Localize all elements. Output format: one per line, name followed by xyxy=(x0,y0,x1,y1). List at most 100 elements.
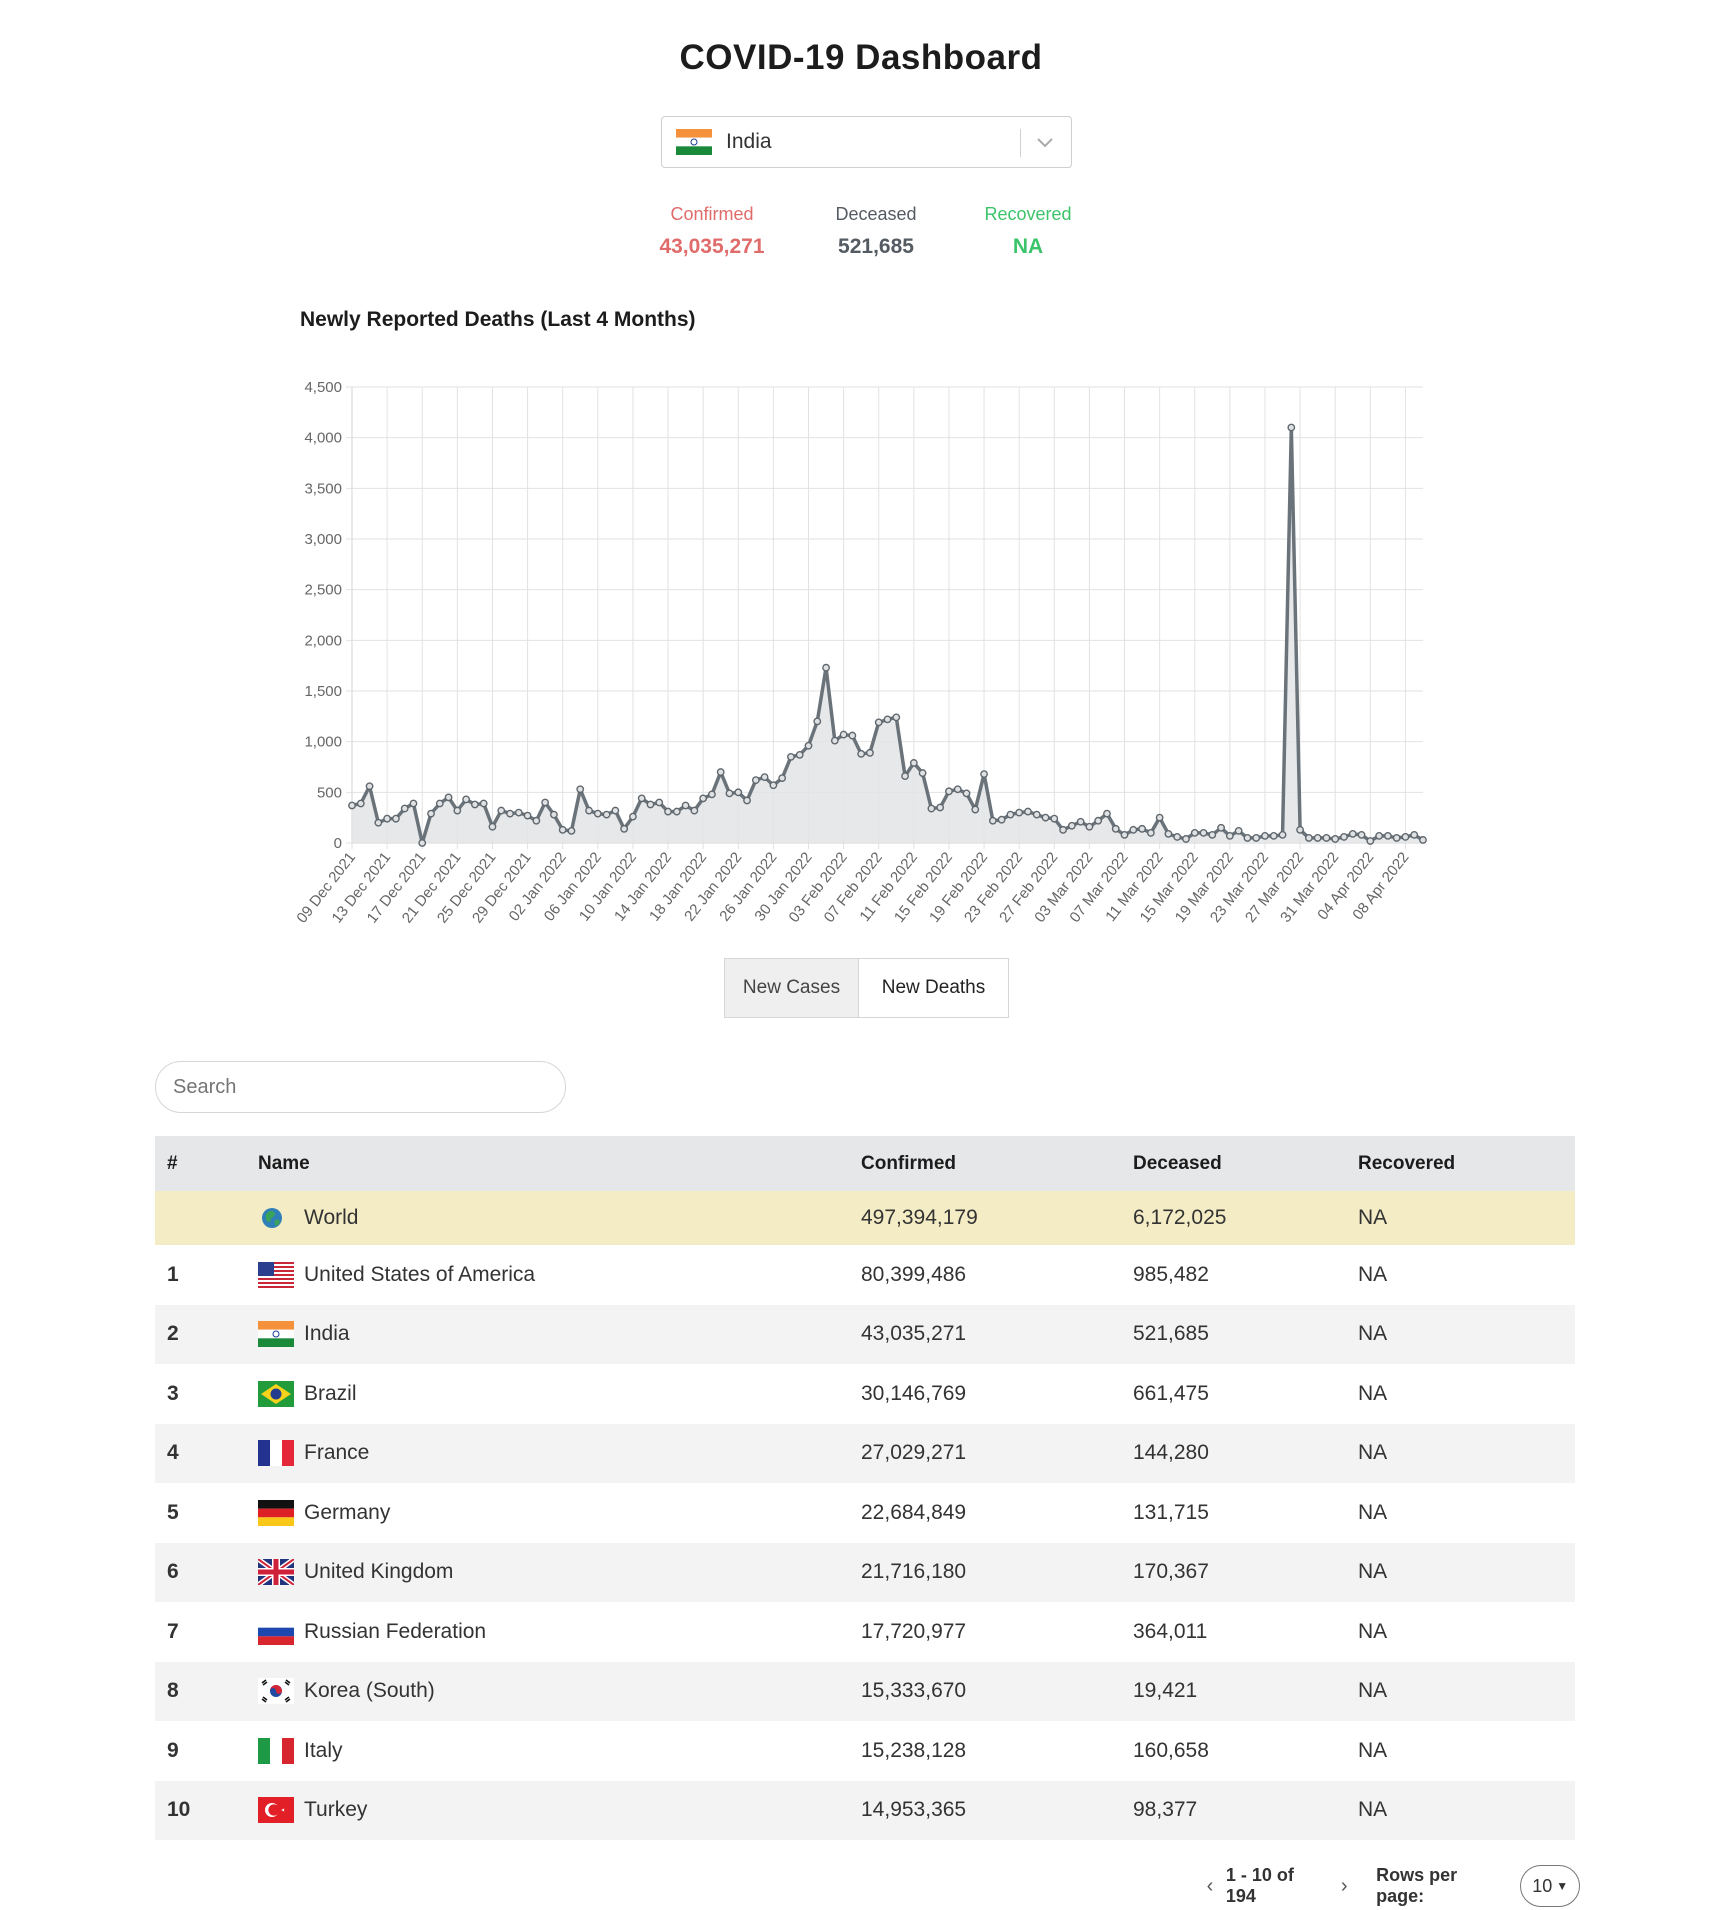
france-flag-icon xyxy=(258,1440,294,1467)
caret-down-icon: ▼ xyxy=(1556,1879,1569,1893)
table-row[interactable]: 2 India 43,035,271 521,685 NA xyxy=(155,1304,1575,1364)
deaths-chart: 0 500 1,000 1,500 2,000 2,500 3,000 3,500 4,000 4… xyxy=(293,379,1427,927)
data-point xyxy=(734,788,743,797)
data-point xyxy=(751,776,760,785)
chevron-right-icon[interactable]: › xyxy=(1334,1875,1354,1898)
data-point xyxy=(585,806,593,815)
data-point xyxy=(453,806,462,815)
row-deceased: 170,367 xyxy=(1133,1542,1358,1602)
chevron-left-icon[interactable]: ‹ xyxy=(1200,1875,1220,1898)
stat-recovered: Recovered NA xyxy=(943,204,1113,259)
data-point xyxy=(409,799,418,808)
deaths-area xyxy=(352,427,1423,843)
data-point xyxy=(523,811,532,820)
data-point xyxy=(374,818,383,827)
row-name: Russian Federation xyxy=(304,1619,487,1643)
chevron-down-icon[interactable] xyxy=(1031,127,1059,157)
row-name: Brazil xyxy=(304,1381,357,1405)
header-confirmed[interactable]: Confirmed xyxy=(861,1136,1133,1191)
table-row[interactable]: 7 Russian Federation 17,720,977 364,011 … xyxy=(155,1602,1575,1662)
header-rank[interactable]: # xyxy=(155,1136,258,1191)
data-point xyxy=(962,789,971,798)
row-recovered: NA xyxy=(1358,1381,1388,1405)
country-select[interactable]: India xyxy=(661,116,1072,168)
header-deceased[interactable]: Deceased xyxy=(1133,1136,1358,1191)
header-recovered[interactable]: Recovered xyxy=(1358,1136,1575,1191)
world-row[interactable]: World 497,394,179 6,172,025 NA xyxy=(155,1191,1575,1245)
table-row[interactable]: 5 Germany 22,684,849 131,715 NA xyxy=(155,1483,1575,1543)
row-confirmed: 80,399,486 xyxy=(861,1262,967,1286)
row-confirmed: 30,146,769 xyxy=(861,1381,967,1405)
data-point xyxy=(471,800,479,809)
data-point xyxy=(1225,832,1234,840)
stat-confirmed-label: Confirmed xyxy=(670,204,754,224)
row-confirmed: 15,238,128 xyxy=(861,1738,967,1762)
table-row[interactable]: 8 Korea (South) 15,333,670 19,421 NA xyxy=(155,1661,1575,1721)
row-recovered: NA xyxy=(1358,1661,1575,1721)
data-point xyxy=(953,785,962,794)
data-point xyxy=(1243,834,1252,842)
data-point xyxy=(1155,813,1164,822)
data-point xyxy=(356,799,365,808)
y-tick-label: 1,500 xyxy=(304,683,342,700)
data-point xyxy=(558,825,567,834)
table-row[interactable]: 3 Brazil 30,146,769 661,475 NA xyxy=(155,1364,1575,1424)
table-row[interactable]: 1 United States of America 80,399,486 98… xyxy=(155,1245,1575,1305)
row-recovered: NA xyxy=(1358,1423,1575,1483)
data-point xyxy=(427,809,435,818)
row-recovered: NA xyxy=(1358,1780,1575,1840)
row-name: Italy xyxy=(304,1738,343,1762)
table-row[interactable]: 10 Turkey 14,953,365 98,377 NA xyxy=(155,1780,1575,1840)
data-point xyxy=(1024,807,1032,816)
data-point xyxy=(1375,832,1384,840)
table-row[interactable]: 6 United Kingdom 21,716,180 170,367 NA xyxy=(155,1542,1575,1602)
row-rank: 2 xyxy=(155,1304,258,1364)
row-deceased: 364,011 xyxy=(1133,1619,1208,1643)
data-point xyxy=(435,799,444,808)
data-point xyxy=(839,730,848,739)
new-deaths-button[interactable]: New Deaths xyxy=(859,958,1009,1018)
data-point xyxy=(681,801,690,810)
row-rank: 9 xyxy=(167,1738,179,1762)
data-point xyxy=(1120,830,1129,839)
row-rank: 6 xyxy=(155,1542,258,1602)
data-point xyxy=(1103,809,1111,818)
row-deceased: 98,377 xyxy=(1133,1780,1358,1840)
brazil-flag-icon xyxy=(258,1380,294,1407)
new-cases-button[interactable]: New Cases xyxy=(724,958,859,1018)
row-confirmed: 15,333,670 xyxy=(861,1661,1133,1721)
data-point xyxy=(1322,834,1331,842)
italy-flag-icon xyxy=(258,1737,294,1764)
stat-recovered-value: NA xyxy=(1012,235,1044,258)
data-point xyxy=(418,839,427,847)
row-rank: 5 xyxy=(167,1500,179,1524)
country-select-value: India xyxy=(726,130,772,153)
data-point xyxy=(576,785,585,794)
table-row[interactable]: 9 Italy 15,238,128 160,658 NA xyxy=(155,1721,1575,1781)
search-input[interactable] xyxy=(155,1061,566,1113)
data-point xyxy=(550,810,558,819)
pagination-range: 1 - 10 of 194 xyxy=(1225,1865,1294,1906)
world-rank-cell xyxy=(155,1191,258,1245)
data-point xyxy=(1313,834,1322,842)
data-point xyxy=(769,781,778,790)
stat-confirmed-value: 43,035,271 xyxy=(659,235,765,258)
table-row[interactable]: 4 France 27,029,271 144,280 NA xyxy=(155,1423,1575,1483)
data-point xyxy=(690,806,699,815)
rows-per-page-select[interactable]: 10 ▼ xyxy=(1520,1865,1580,1907)
row-confirmed: 21,716,180 xyxy=(861,1542,1133,1602)
row-rank: 4 xyxy=(155,1423,258,1483)
row-name: India xyxy=(304,1322,350,1346)
data-point xyxy=(980,770,988,778)
usa-flag-icon xyxy=(258,1261,294,1288)
data-point xyxy=(1067,821,1076,830)
row-recovered: NA xyxy=(1358,1262,1388,1286)
row-recovered: NA xyxy=(1358,1738,1388,1762)
row-name-cell: India xyxy=(258,1304,861,1364)
uk-flag-icon xyxy=(258,1559,294,1586)
row-name-cell: France xyxy=(258,1423,861,1483)
y-tick-label: 3,000 xyxy=(304,531,342,548)
data-point xyxy=(1015,808,1024,817)
header-name[interactable]: Name xyxy=(258,1136,861,1191)
data-point xyxy=(1392,834,1401,842)
